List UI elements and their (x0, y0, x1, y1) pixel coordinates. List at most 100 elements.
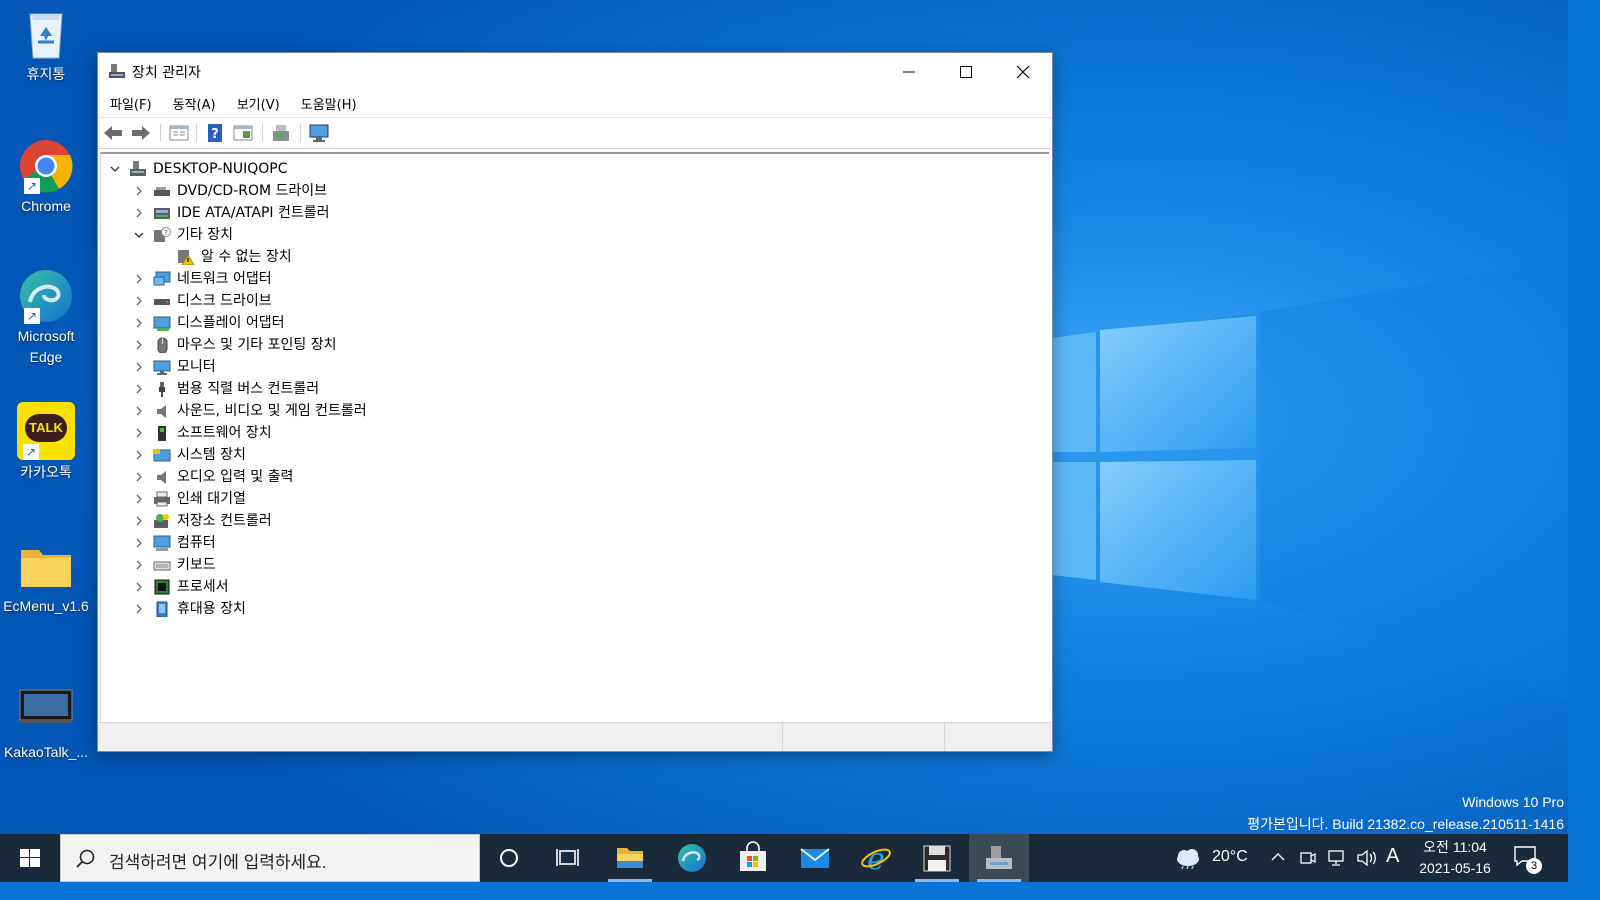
scan-hardware-button[interactable] (270, 123, 292, 143)
tree-category[interactable]: 오디오 입력 및 출력 (101, 466, 1041, 488)
tree-category[interactable]: 인쇄 대기열 (101, 488, 1041, 510)
tree-category[interactable]: 디스크 드라이브 (101, 290, 1041, 312)
tree-category[interactable]: 소프트웨어 장치 (101, 422, 1041, 444)
desktop-icon-chrome[interactable]: ↗ Chrome (0, 138, 92, 217)
properties-button[interactable] (168, 123, 190, 143)
search-box[interactable]: 검색하려면 여기에 입력하세요. (60, 834, 480, 882)
monitor-button[interactable] (308, 123, 330, 143)
taskbar-internet-explorer[interactable]: e (846, 834, 906, 882)
view-button[interactable] (232, 123, 254, 143)
clock[interactable]: 오전 11:04 2021-05-16 (1410, 837, 1500, 879)
tree-item-label: DVD/CD-ROM 드라이브 (177, 183, 328, 199)
tree-category[interactable]: 저장소 컨트롤러 (101, 510, 1041, 532)
desktop-icon-kakaotalk-file[interactable]: KakaoTalk_... (0, 684, 92, 763)
task-view-icon (556, 849, 579, 866)
chevron-down-icon[interactable] (133, 224, 145, 246)
storage-controller-icon (154, 514, 169, 528)
forward-button[interactable] (130, 123, 152, 143)
tree-category[interactable]: 시스템 장치 (101, 444, 1041, 466)
desktop-icon-kakaotalk[interactable]: TALK ↗ 카카오톡 (0, 402, 92, 483)
tree-item-label: 디스플레이 어댑터 (177, 315, 285, 331)
chevron-right-icon[interactable] (133, 532, 145, 554)
taskbar-file-explorer[interactable] (600, 834, 660, 882)
chevron-right-icon[interactable] (133, 400, 145, 422)
weather-temp[interactable]: 20°C (1212, 848, 1248, 866)
tree-device[interactable]: 알 수 없는 장치 (101, 246, 1041, 268)
device-manager-window[interactable]: 장치 관리자 파일(F) 동작(A) 보기(V) 도움말(H) ? DESKTO… (97, 52, 1053, 752)
save-app-icon (923, 845, 951, 872)
taskbar-edge[interactable] (662, 834, 722, 882)
back-button[interactable] (102, 123, 124, 143)
chevron-up-icon[interactable] (1270, 850, 1286, 864)
volume-icon[interactable] (1356, 848, 1378, 868)
tree-category[interactable]: 사운드, 비디오 및 게임 컨트롤러 (101, 400, 1041, 422)
tree-category[interactable]: 컴퓨터 (101, 532, 1041, 554)
start-button[interactable] (0, 834, 60, 882)
tree-root[interactable]: DESKTOP-NUIQOPC (101, 158, 1041, 180)
menu-help[interactable]: 도움말(H) (293, 89, 365, 117)
display-adapter-icon (153, 316, 171, 331)
chevron-right-icon[interactable] (133, 576, 145, 598)
tree-category[interactable]: ? 기타 장치 (101, 224, 1041, 246)
close-button[interactable] (994, 53, 1052, 89)
cortana-button[interactable] (480, 834, 540, 882)
tree-category[interactable]: 휴대용 장치 (101, 598, 1041, 620)
chevron-right-icon[interactable] (133, 290, 145, 312)
minimize-button[interactable] (880, 53, 938, 89)
tree-category[interactable]: 디스플레이 어댑터 (101, 312, 1041, 334)
toolbar-separator (300, 124, 301, 142)
meet-now-icon[interactable] (1299, 848, 1317, 868)
desktop-icon-ecmenu[interactable]: EcMenu_v1.6 (0, 538, 92, 617)
tree-item-label: 휴대용 장치 (177, 601, 246, 617)
tree-category[interactable]: 네트워크 어댑터 (101, 268, 1041, 290)
network-icon[interactable] (1327, 848, 1349, 868)
taskbar-mail[interactable] (785, 834, 845, 882)
desktop-icon-recycle-bin[interactable]: 휴지통 (0, 6, 92, 85)
chevron-right-icon[interactable] (133, 598, 145, 620)
tree-category[interactable]: 프로세서 (101, 576, 1041, 598)
chevron-right-icon[interactable] (133, 488, 145, 510)
chevron-right-icon[interactable] (133, 510, 145, 532)
tree-category[interactable]: DVD/CD-ROM 드라이브 (101, 180, 1041, 202)
shortcut-arrow-icon: ↗ (24, 178, 40, 194)
tree-category[interactable]: 범용 직렬 버스 컨트롤러 (101, 378, 1041, 400)
title-bar[interactable]: 장치 관리자 (98, 53, 1052, 89)
chevron-right-icon[interactable] (133, 202, 145, 224)
tree-category[interactable]: 마우스 및 기타 포인팅 장치 (101, 334, 1041, 356)
taskbar-store[interactable] (723, 834, 783, 882)
chevron-right-icon[interactable] (133, 466, 145, 488)
taskbar-save-app[interactable] (907, 834, 967, 882)
processor-icon (154, 579, 170, 595)
chevron-right-icon[interactable] (133, 334, 145, 356)
close-icon (1016, 65, 1030, 79)
ime-indicator[interactable]: A (1386, 845, 1399, 868)
windows-watermark: Windows 10 Pro 평가본입니다. Build 21382.co_re… (1247, 791, 1564, 835)
chevron-right-icon[interactable] (133, 554, 145, 576)
device-tree[interactable]: DESKTOP-NUIQOPC DVD/CD-ROM 드라이브 IDE ATA/A… (100, 152, 1049, 722)
tree-category[interactable]: IDE ATA/ATAPI 컨트롤러 (101, 202, 1041, 224)
chevron-right-icon[interactable] (133, 180, 145, 202)
toolbar: ? (98, 117, 1052, 149)
tree-category[interactable]: 키보드 (101, 554, 1041, 576)
notifications-button[interactable]: 3 (1512, 844, 1544, 874)
menu-action[interactable]: 동작(A) (165, 89, 224, 117)
help-button[interactable]: ? (204, 123, 226, 143)
menu-view[interactable]: 보기(V) (229, 89, 288, 117)
tree-category[interactable]: 모니터 (101, 356, 1041, 378)
chevron-right-icon[interactable] (133, 312, 145, 334)
monitor-icon (153, 360, 171, 375)
maximize-button[interactable] (937, 53, 995, 89)
monitor-icon (309, 124, 329, 142)
task-view-button[interactable] (538, 834, 598, 882)
chevron-right-icon[interactable] (133, 356, 145, 378)
menu-file[interactable]: 파일(F) (102, 89, 160, 117)
computer-root-icon (130, 161, 146, 176)
taskbar-device-manager[interactable] (969, 834, 1029, 882)
portable-device-icon (156, 601, 168, 617)
chevron-right-icon[interactable] (133, 444, 145, 466)
chevron-right-icon[interactable] (133, 422, 145, 444)
desktop-icon-edge[interactable]: ↗ Microsoft Edge (0, 268, 92, 368)
toolbar-separator (160, 124, 161, 142)
chevron-right-icon[interactable] (133, 378, 145, 400)
chevron-right-icon[interactable] (133, 268, 145, 290)
